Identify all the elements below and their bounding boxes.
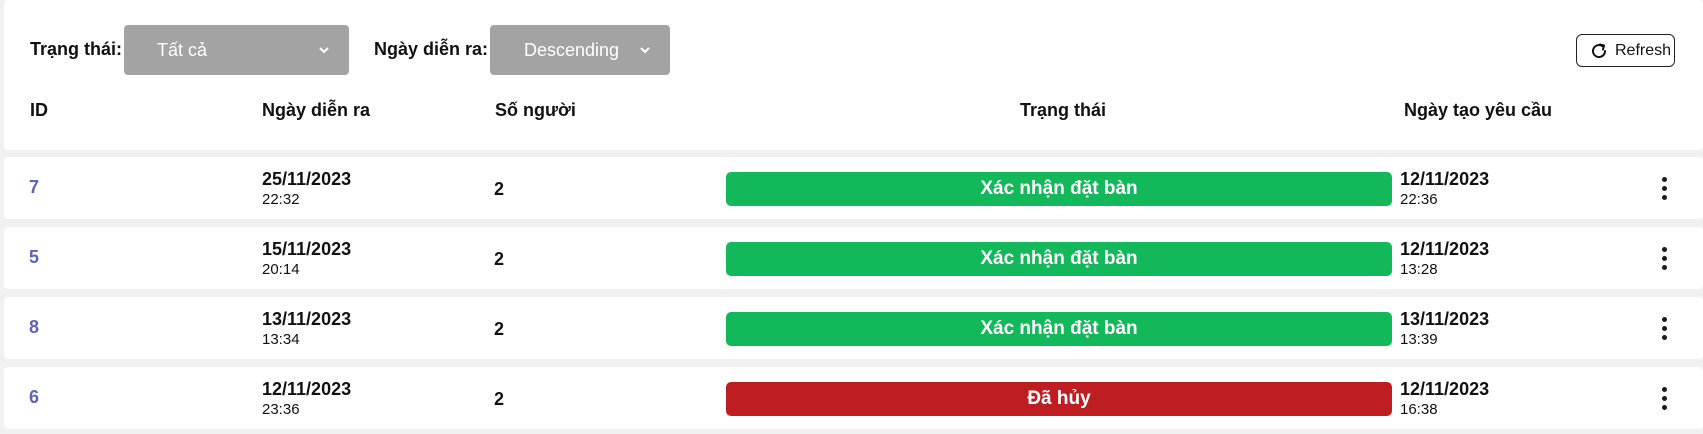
- row-id-link[interactable]: 7: [29, 177, 39, 198]
- created-time: 16:38: [1400, 401, 1438, 418]
- created-time: 22:36: [1400, 191, 1438, 208]
- table-row[interactable]: 8 13/11/2023 13:34 2 Xác nhận đặt bàn 13…: [4, 297, 1703, 359]
- column-header-people: Số người: [495, 100, 576, 120]
- status-badge: Xác nhận đặt bàn: [726, 172, 1392, 206]
- more-options-icon[interactable]: [1654, 245, 1674, 271]
- event-date: 25/11/2023: [262, 169, 352, 189]
- created-time: 13:39: [1400, 331, 1438, 348]
- status-filter-label: Trạng thái:: [30, 39, 123, 59]
- row-id-link[interactable]: 5: [29, 247, 39, 268]
- status-badge: Xác nhận đặt bàn: [726, 312, 1392, 346]
- event-date: 12/11/2023: [262, 379, 352, 399]
- refresh-label: Refresh: [1615, 42, 1672, 59]
- people-count: 2: [494, 389, 505, 409]
- column-header-id: ID: [30, 100, 48, 120]
- chevron-down-icon: [640, 47, 650, 54]
- status-filter-select[interactable]: Tất cả: [124, 25, 349, 75]
- event-time: 20:14: [262, 261, 300, 278]
- event-time: 13:34: [262, 331, 300, 348]
- more-options-icon[interactable]: [1654, 175, 1674, 201]
- column-header-event-date: Ngày diễn ra: [262, 100, 371, 120]
- date-sort-select[interactable]: Descending: [490, 25, 670, 75]
- table-row[interactable]: 6 12/11/2023 23:36 2 Đã hủy 12/11/2023 1…: [4, 367, 1703, 429]
- more-options-icon[interactable]: [1654, 385, 1674, 411]
- refresh-button[interactable]: Refresh: [1576, 34, 1675, 67]
- row-id-link[interactable]: 6: [29, 387, 39, 408]
- status-filter-value: Tất cả: [157, 40, 208, 60]
- event-time: 22:32: [262, 191, 300, 208]
- people-count: 2: [494, 319, 505, 339]
- created-time: 13:28: [1400, 261, 1438, 278]
- status-badge: Đã hủy: [726, 382, 1392, 416]
- row-id-link[interactable]: 8: [29, 317, 39, 338]
- created-date: 12/11/2023: [1400, 379, 1490, 399]
- people-count: 2: [494, 249, 505, 269]
- date-sort-label: Ngày diễn ra:: [374, 39, 489, 59]
- refresh-icon: [1592, 43, 1607, 59]
- created-date: 13/11/2023: [1400, 309, 1490, 329]
- created-date: 12/11/2023: [1400, 239, 1490, 259]
- filter-header-card: [4, 0, 1703, 150]
- event-date: 15/11/2023: [262, 239, 352, 259]
- status-badge: Xác nhận đặt bàn: [726, 242, 1392, 276]
- event-time: 23:36: [262, 401, 300, 418]
- people-count: 2: [494, 179, 505, 199]
- column-header-status: Trạng thái: [1020, 100, 1107, 120]
- event-date: 13/11/2023: [262, 309, 352, 329]
- date-sort-value: Descending: [524, 40, 620, 60]
- table-row[interactable]: 7 25/11/2023 22:32 2 Xác nhận đặt bàn 12…: [4, 157, 1703, 219]
- table-row[interactable]: 5 15/11/2023 20:14 2 Xác nhận đặt bàn 12…: [4, 227, 1703, 289]
- more-options-icon[interactable]: [1654, 315, 1674, 341]
- created-date: 12/11/2023: [1400, 169, 1490, 189]
- chevron-down-icon: [319, 47, 329, 54]
- column-header-created: Ngày tạo yêu cầu: [1404, 100, 1553, 120]
